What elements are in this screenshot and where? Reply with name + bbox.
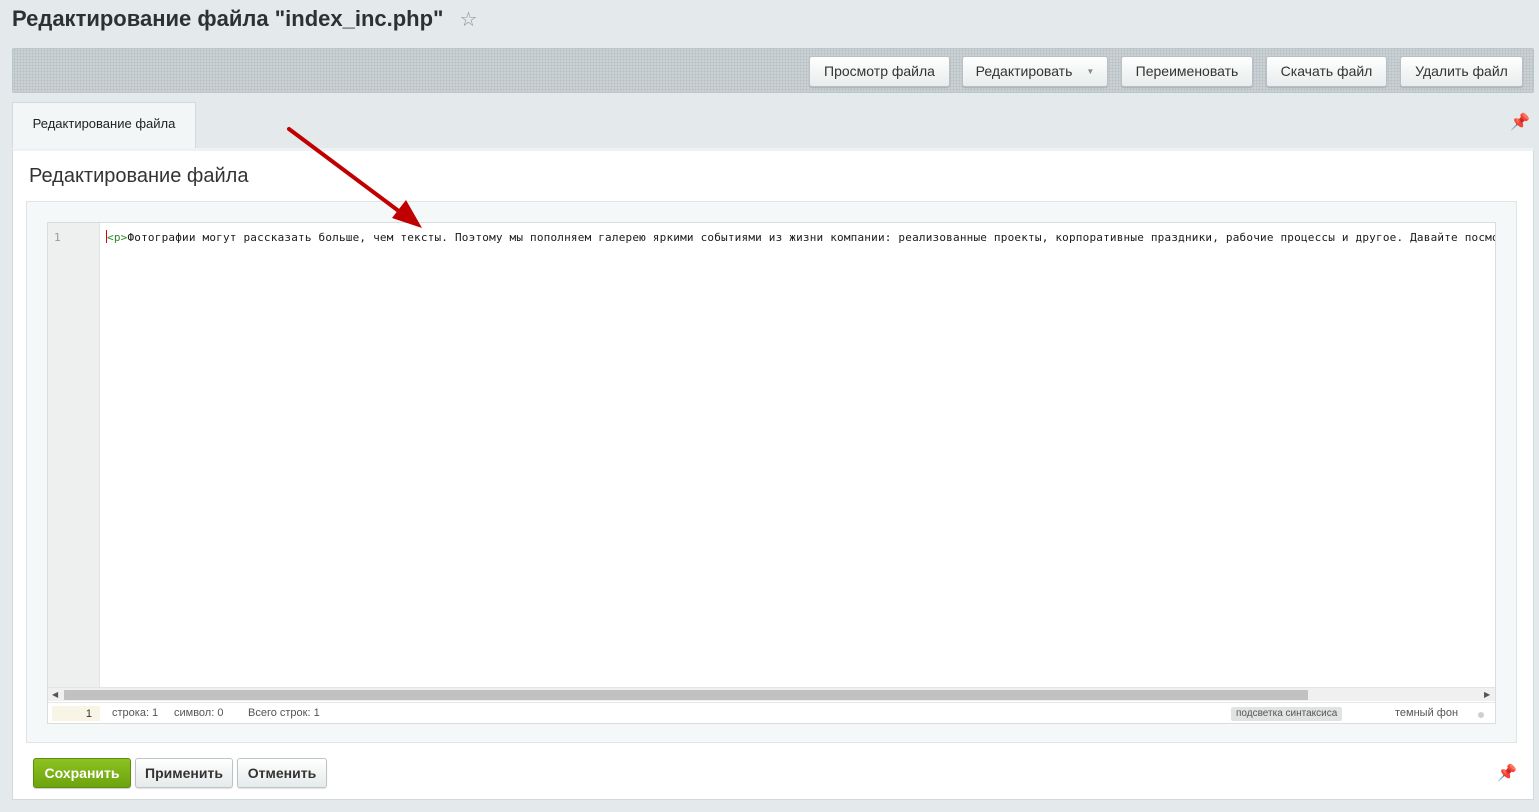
save-button[interactable]: Сохранить [33, 758, 131, 788]
pin-icon[interactable]: 📌 [1510, 112, 1530, 132]
delete-file-button[interactable]: Удалить файл [1400, 56, 1523, 87]
apply-button[interactable]: Применить [135, 758, 233, 788]
status-total-lines: Всего строк: 1 [248, 707, 320, 719]
edit-button-label: Редактировать [975, 63, 1073, 79]
status-symbol: символ: 0 [174, 707, 224, 719]
scroll-left-icon[interactable]: ◀ [52, 689, 58, 701]
goto-line-input[interactable] [52, 706, 100, 721]
tab-bar: Редактирование файла 📌 [12, 102, 1534, 148]
chevron-down-icon: ▼ [1086, 67, 1095, 76]
code-text: Фотографии могут рассказать больше, чем … [127, 231, 1495, 244]
download-file-button[interactable]: Скачать файл [1266, 56, 1387, 87]
status-line: строка: 1 [112, 707, 159, 719]
edit-panel: Редактирование файла 1 <p>Фотографии мог… [12, 148, 1534, 800]
syntax-highlight-toggle[interactable]: подсветка синтаксиса [1231, 707, 1343, 721]
edit-dropdown-button[interactable]: Редактировать ▼ [962, 56, 1108, 87]
horizontal-scrollbar[interactable]: ◀ ▶ [48, 687, 1495, 701]
dark-background-label[interactable]: темный фон [1395, 707, 1458, 719]
code-editor[interactable]: 1 <p>Фотографии могут рассказать больше,… [47, 222, 1496, 724]
star-icon[interactable]: ☆ [459, 7, 477, 32]
tab-edit-file[interactable]: Редактирование файла [12, 102, 196, 148]
editor-container: 1 <p>Фотографии могут рассказать больше,… [26, 201, 1517, 743]
scrollbar-thumb[interactable] [64, 690, 1308, 700]
cancel-button[interactable]: Отменить [237, 758, 327, 788]
code-line: <p>Фотографии могут рассказать больше, ч… [106, 230, 1495, 244]
editor-statusbar: строка: 1 символ: 0 Всего строк: 1 подсв… [48, 702, 1495, 723]
bottom-pin-icon[interactable]: 📌 [1497, 763, 1517, 783]
line-gutter: 1 [48, 223, 100, 687]
toolbar: Просмотр файла Редактировать ▼ Переименов… [12, 48, 1534, 93]
view-file-button[interactable]: Просмотр файла [809, 56, 950, 87]
section-title: Редактирование файла [29, 165, 249, 187]
scroll-right-icon[interactable]: ▶ [1484, 689, 1490, 701]
line-number: 1 [54, 231, 61, 244]
html-tag: <p> [107, 231, 128, 244]
dark-background-toggle[interactable] [1478, 712, 1484, 718]
code-area[interactable]: <p>Фотографии могут рассказать больше, ч… [101, 223, 1495, 687]
page-title: Редактирование файла "index_inc.php" ☆ [12, 6, 477, 32]
rename-button[interactable]: Переименовать [1121, 56, 1253, 87]
page-title-text: Редактирование файла "index_inc.php" [12, 6, 444, 31]
